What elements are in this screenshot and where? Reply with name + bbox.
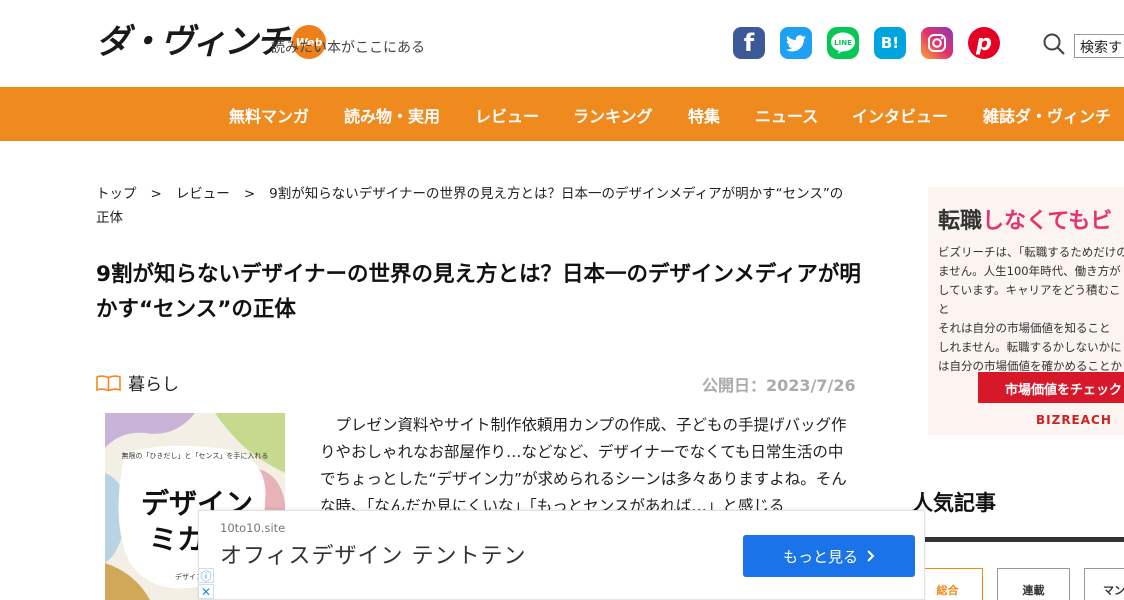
site-header: ダ・ヴィンチ Web 読みたい本がここにある f LINE B! p 検索す (0, 0, 1124, 87)
nav-item-feature[interactable]: 特集 (688, 103, 720, 127)
pinterest-icon[interactable]: p (968, 27, 1000, 59)
category-label: 暮らし (128, 375, 179, 395)
cover-title-line2: ミカ (149, 523, 205, 556)
social-links: f LINE B! p (733, 27, 1000, 59)
bottom-banner-ad[interactable]: 10to10.site オフィスデザイン テントテン もっと見る (198, 510, 925, 600)
nav-item-free-manga[interactable]: 無料マンガ (229, 103, 309, 127)
nav-item-interview[interactable]: インタビュー (852, 103, 948, 127)
ad-cta-label: もっと見る (782, 547, 858, 566)
nav-item-reading[interactable]: 読み物・実用 (344, 103, 440, 127)
article-category[interactable]: 暮らし (96, 370, 179, 395)
breadcrumb-separator: > (243, 186, 256, 202)
site-tagline: 読みたい本がここにある (271, 40, 425, 56)
sidebar-ad-button[interactable]: 市場価値をチェック (978, 372, 1124, 403)
chevron-right-icon (867, 550, 875, 562)
search-button[interactable]: 検索す (1074, 34, 1124, 58)
cover-subtitle: 無限の「ひきだし」と「センス」を手に入れる (122, 451, 269, 460)
nav-item-magazine[interactable]: 雑誌ダ・ヴィンチ (983, 103, 1111, 127)
nav-item-news[interactable]: ニュース (755, 103, 818, 127)
article-body: プレゼン資料やサイト制作依頼用カンプの作成、子どもの手提げバッグ作りやおしゃれな… (320, 416, 847, 515)
facebook-icon[interactable]: f (733, 27, 765, 59)
hatena-bookmark-icon[interactable]: B! (874, 27, 906, 59)
ad-close-icon[interactable]: ✕ (198, 584, 214, 599)
svg-text:LINE: LINE (834, 39, 852, 47)
ad-headline[interactable]: オフィスデザイン テントテン (220, 538, 527, 570)
ad-domain: 10to10.site (220, 521, 286, 535)
sidebar-ad-brand: BIZREACH (1036, 413, 1112, 427)
nav-item-review[interactable]: レビュー (475, 103, 539, 127)
sidebar-ad-headline: 転職しなくてもビ (938, 209, 1113, 234)
breadcrumb-review[interactable]: レビュー (176, 186, 230, 202)
sidebar-ad-bizreach[interactable]: 転職しなくてもビ ビズリーチは、「転職するためだけの ません。人生100年時代、… (928, 187, 1124, 435)
publish-date: 公開日：2023/7/26 (702, 376, 856, 395)
tab-series[interactable]: 連載 (997, 568, 1070, 600)
main-nav: 無料マンガ 読み物・実用 レビュー ランキング 特集 ニュース インタビュー 雑… (0, 87, 1124, 141)
instagram-icon[interactable] (921, 27, 953, 59)
divider (912, 537, 1124, 542)
book-icon (96, 374, 121, 391)
article-title: 9割が知らないデザイナーの世界の見え方とは？日本一のデザインメディアが明かす“セ… (96, 262, 861, 322)
tab-manga[interactable]: マン (1084, 568, 1124, 600)
ad-info-icon[interactable]: ⓘ (198, 568, 214, 583)
breadcrumb-home[interactable]: トップ (96, 186, 137, 202)
sidebar-ad-text: ビズリーチは、「転職するためだけの ません。人生100年時代、働き方が していま… (938, 245, 1124, 373)
breadcrumb: トップ > レビュー >9割が知らないデザイナーの世界の見え方とは？日本一のデザインメ… (96, 182, 856, 230)
breadcrumb-separator: > (150, 186, 162, 202)
line-icon[interactable]: LINE (827, 27, 859, 59)
nav-item-ranking[interactable]: ランキング (573, 103, 653, 127)
search-icon[interactable] (1042, 32, 1066, 56)
logo-text: ダ・ヴィンチ (96, 22, 290, 62)
twitter-icon[interactable] (780, 27, 812, 59)
ad-cta-button[interactable]: もっと見る (743, 535, 915, 577)
